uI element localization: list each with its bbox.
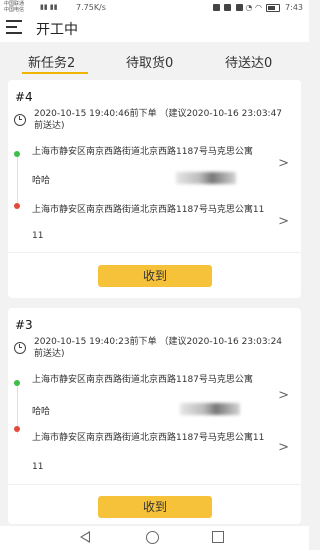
clock-icon [14,114,26,126]
pickup-address: 上海市静安区南京西路街道北京西路1187号马克思公寓 [32,375,253,385]
menu-icon[interactable] [6,20,22,34]
pickup-contact: 哈哈 [32,407,51,417]
dropoff-address: 上海市静安区南京西路街道北京西路1187号马克思公寓11 [32,433,265,443]
dropoff-chevron-icon[interactable]: > [278,440,289,455]
back-icon[interactable] [80,531,90,543]
order-number: #4 [15,90,33,104]
order-card: #4 2020-10-15 19:40:46前下单 （建议2020-10-16 … [8,80,301,298]
signal-icons: ▮▮ ▮▮ [40,3,58,11]
recent-apps-icon[interactable] [212,531,224,543]
status-bar: 中国联通 中国电信 ▮▮ ▮▮ 7.75K/s ◔ ◠ 7:43 [0,0,309,14]
pickup-chevron-icon[interactable]: > [278,156,289,171]
alarm-icon: ◔ [245,3,253,12]
notification-icon [212,4,220,11]
active-tab-indicator [22,72,88,74]
tab-bar: 新任务2 待取货0 待送达0 [0,48,309,76]
dropoff-address: 上海市静安区南京西路街道北京西路1187号马克思公寓11 [32,205,265,215]
pickup-dot [14,380,20,386]
divider [8,484,301,485]
dropoff-contact: 11 [32,462,44,472]
pickup-phone-redacted [176,172,236,184]
clock-time: 7:43 [285,3,303,12]
app-icon [235,4,243,11]
order-time: 2020-10-15 19:40:46前下单 （建议2020-10-16 23:… [34,109,283,131]
dropoff-contact: 11 [32,231,44,241]
route-line [17,154,18,206]
dropoff-chevron-icon[interactable]: > [278,214,289,229]
divider [8,252,301,253]
pickup-address: 上海市静安区南京西路街道北京西路1187号马克思公寓 [32,147,253,157]
order-card: #3 2020-10-15 19:40:23前下单 （建议2020-10-16 … [8,308,301,524]
home-icon[interactable] [146,531,159,544]
pickup-dot [14,151,20,157]
carrier-2: 中国电信 [4,7,25,13]
receive-button[interactable]: 收到 [98,496,212,518]
pickup-chevron-icon[interactable]: > [278,388,289,403]
dropoff-dot [14,203,20,209]
tab-awaiting-delivery[interactable]: 待送达0 [225,52,272,71]
status-right: ◔ ◠ 7:43 [211,3,303,12]
pickup-contact: 哈哈 [32,176,51,186]
app-bar: 开工中 [0,14,309,42]
tiktok-icon [224,4,232,11]
net-speed: 7.75K/s [76,3,106,12]
order-time: 2020-10-15 19:40:23前下单 （建议2020-10-16 23:… [34,337,283,359]
dropoff-dot [14,426,20,432]
clock-icon [14,342,26,354]
order-number: #3 [15,318,33,332]
pickup-phone-redacted [180,403,240,415]
wifi-icon: ◠ [254,3,262,12]
page-title: 开工中 [36,22,78,38]
receive-button[interactable]: 收到 [98,265,212,287]
system-nav-bar [0,526,309,550]
carrier-labels: 中国联通 中国电信 [4,1,24,13]
tab-new-tasks[interactable]: 新任务2 [28,52,75,71]
battery-icon [266,3,281,12]
tab-awaiting-pickup[interactable]: 待取货0 [126,52,173,71]
